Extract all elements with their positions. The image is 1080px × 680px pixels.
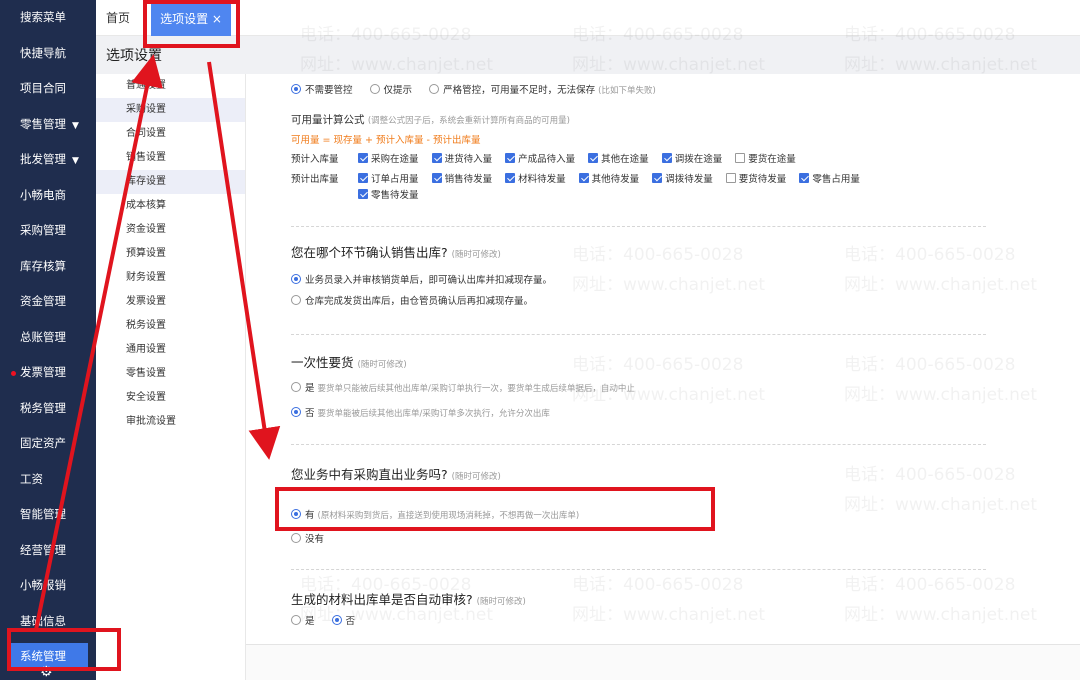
annotation-arrows <box>34 54 281 631</box>
arrow-to-option <box>207 61 281 460</box>
app-window: 搜索菜单 快捷导航 项目合同 零售管理 ▼ 批发管理 ▼ 小畅电商 采购管理 库存核… <box>0 0 1080 680</box>
arrow-to-tab <box>34 54 163 631</box>
